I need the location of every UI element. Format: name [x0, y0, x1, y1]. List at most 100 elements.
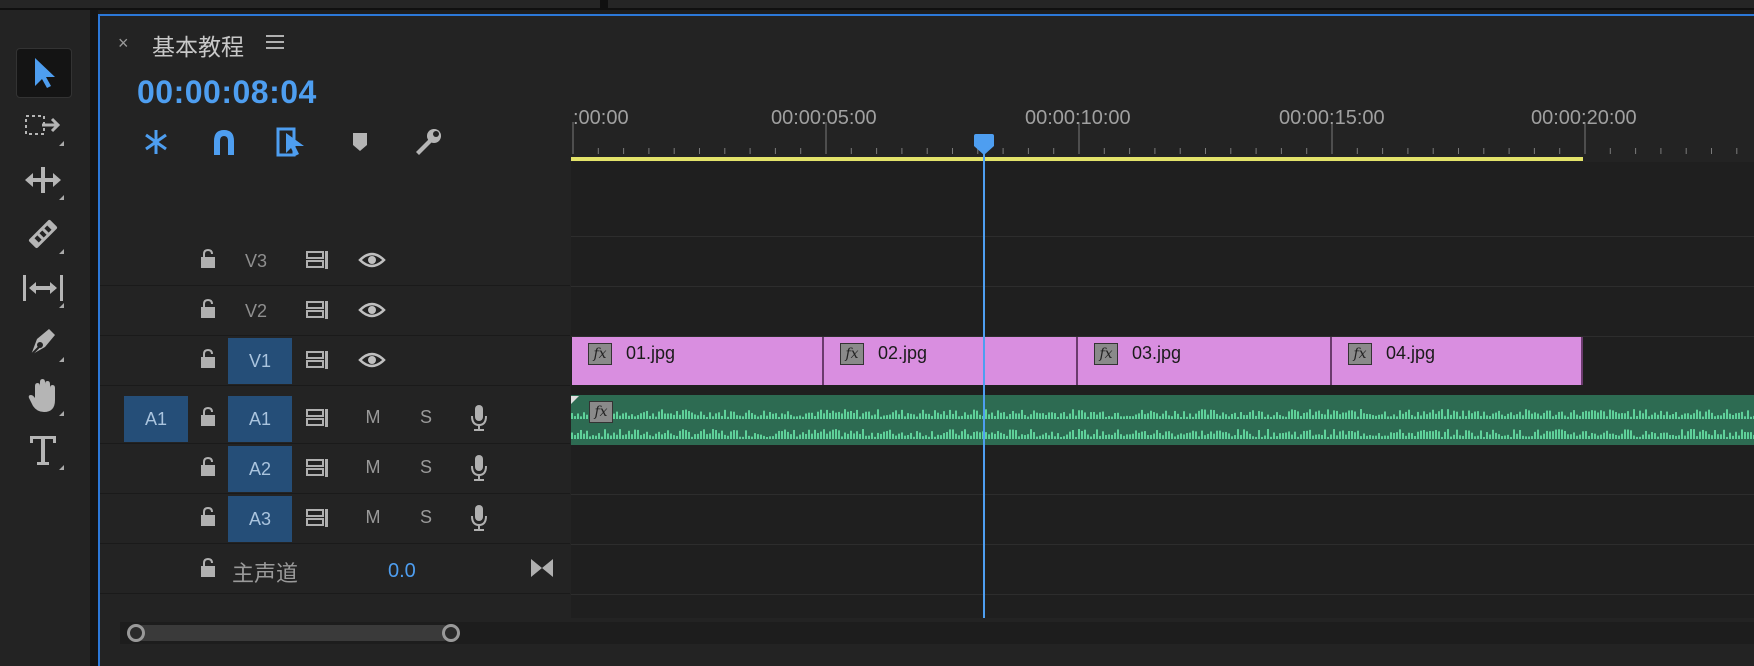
source-patch-a1[interactable]: A1 [124, 396, 188, 442]
zoom-scrollbar-left-handle[interactable] [127, 624, 145, 642]
waveform-bar [1303, 412, 1305, 419]
waveform-bar [1690, 414, 1692, 419]
timeline-settings-wrench-icon[interactable] [410, 124, 446, 160]
zoom-scrollbar-right-handle[interactable] [442, 624, 460, 642]
work-area-bar[interactable] [571, 157, 1583, 161]
lock-track-icon[interactable] [198, 456, 218, 478]
sequence-tab-title[interactable]: 基本教程 [152, 28, 244, 62]
playhead-timecode[interactable]: 00:00:08:04 [137, 74, 317, 111]
waveform-bar [1261, 436, 1263, 439]
waveform-bar [823, 413, 825, 419]
waveform-bar [1567, 434, 1569, 439]
track-target-v3[interactable]: V3 [224, 238, 288, 284]
waveform-bar [1066, 434, 1068, 439]
waveform-bar [1045, 432, 1047, 439]
waveform-bar [679, 414, 681, 419]
snap-magnet-icon[interactable] [206, 124, 242, 160]
slip-tool-icon[interactable] [16, 264, 70, 312]
waveform-bar [1504, 435, 1506, 439]
toggle-track-output-eye-icon[interactable] [358, 350, 386, 370]
waveform-bar [1423, 430, 1425, 439]
video-clip[interactable]: fx 01.jpg [572, 337, 824, 385]
sync-lock-icon[interactable] [305, 408, 331, 428]
voice-over-record-mic-icon[interactable] [470, 404, 488, 432]
waveform-bar [1474, 411, 1476, 419]
waveform-bar [1048, 412, 1050, 419]
mute-track-button[interactable]: M [361, 507, 385, 528]
sync-lock-icon[interactable] [305, 300, 331, 320]
toggle-track-output-eye-icon[interactable] [358, 250, 386, 270]
waveform-bar [826, 409, 828, 419]
track-target-v1[interactable]: V1 [228, 338, 292, 384]
waveform-bar [1096, 414, 1098, 419]
mute-track-button[interactable]: M [361, 407, 385, 428]
master-volume-value[interactable]: 0.0 [388, 560, 416, 583]
waveform-bar [1042, 434, 1044, 439]
sync-lock-icon[interactable] [305, 250, 331, 270]
sync-lock-icon[interactable] [305, 458, 331, 478]
waveform-bar [1582, 411, 1584, 419]
toggle-track-output-eye-icon[interactable] [358, 300, 386, 320]
waveform-bar [1084, 412, 1086, 419]
razor-tool-icon[interactable] [16, 210, 70, 258]
selection-tool-icon[interactable] [16, 48, 72, 98]
video-clip[interactable]: fx 04.jpg [1332, 337, 1583, 385]
waveform-bar [1204, 435, 1206, 439]
ripple-edit-tool-icon[interactable] [16, 156, 70, 204]
type-tool-icon[interactable] [16, 426, 70, 474]
waveform-bar [1267, 414, 1269, 419]
track-target-v2[interactable]: V2 [224, 288, 288, 334]
fx-badge-icon[interactable]: fx [589, 401, 613, 423]
track-select-forward-tool-icon[interactable] [16, 102, 70, 150]
lock-track-icon[interactable] [198, 557, 218, 579]
waveform-bar [1615, 434, 1617, 439]
waveform-bar [1708, 409, 1710, 419]
waveform-bar [925, 435, 927, 439]
hand-tool-icon[interactable] [16, 372, 70, 420]
playhead-handle-icon[interactable] [973, 134, 995, 156]
waveform-bar [1141, 431, 1143, 439]
waveform-bar [871, 415, 873, 419]
add-marker-icon[interactable] [342, 124, 378, 160]
lock-track-icon[interactable] [198, 348, 218, 370]
audio-clip[interactable]: fx [571, 395, 1754, 445]
playhead-line[interactable] [983, 134, 985, 618]
video-clip[interactable]: fx 02.jpg [824, 337, 1078, 385]
sync-lock-icon[interactable] [305, 508, 331, 528]
waveform-bar [1285, 416, 1287, 419]
lock-track-icon[interactable] [198, 298, 218, 320]
lock-track-icon[interactable] [198, 248, 218, 270]
video-clip[interactable]: fx 03.jpg [1078, 337, 1332, 385]
track-target-a3[interactable]: A3 [228, 496, 292, 542]
mute-track-button[interactable]: M [361, 457, 385, 478]
fx-badge-icon[interactable]: fx [1348, 343, 1372, 365]
waveform-bar [691, 436, 693, 439]
linked-selection-icon[interactable] [274, 124, 310, 160]
waveform-bar [1390, 416, 1392, 419]
waveform-bar [1129, 434, 1131, 439]
lock-track-icon[interactable] [198, 506, 218, 528]
insert-sequence-nest-icon[interactable] [138, 124, 174, 160]
voice-over-record-mic-icon[interactable] [470, 454, 488, 482]
fx-badge-icon[interactable]: fx [1094, 343, 1118, 365]
solo-track-button[interactable]: S [414, 407, 438, 428]
zoom-scrollbar-thumb[interactable] [135, 625, 451, 641]
solo-track-button[interactable]: S [414, 507, 438, 528]
fx-badge-icon[interactable]: fx [588, 343, 612, 365]
track-target-a2[interactable]: A2 [228, 446, 292, 492]
solo-track-button[interactable]: S [414, 457, 438, 478]
panel-divider[interactable] [90, 10, 98, 666]
panel-menu-icon[interactable] [266, 34, 284, 55]
pen-tool-icon[interactable] [16, 318, 70, 366]
lock-track-icon[interactable] [198, 406, 218, 428]
voice-over-record-mic-icon[interactable] [470, 504, 488, 532]
waveform-bar [586, 414, 588, 419]
waveform-bar [1339, 414, 1341, 419]
waveform-bar [994, 416, 996, 419]
sync-lock-icon[interactable] [305, 350, 331, 370]
track-target-a1[interactable]: A1 [228, 396, 292, 442]
submenu-indicator-icon [59, 465, 64, 470]
close-panel-button[interactable]: × [118, 33, 129, 54]
go-to-end-bowtie-icon[interactable] [530, 558, 554, 578]
fx-badge-icon[interactable]: fx [840, 343, 864, 365]
